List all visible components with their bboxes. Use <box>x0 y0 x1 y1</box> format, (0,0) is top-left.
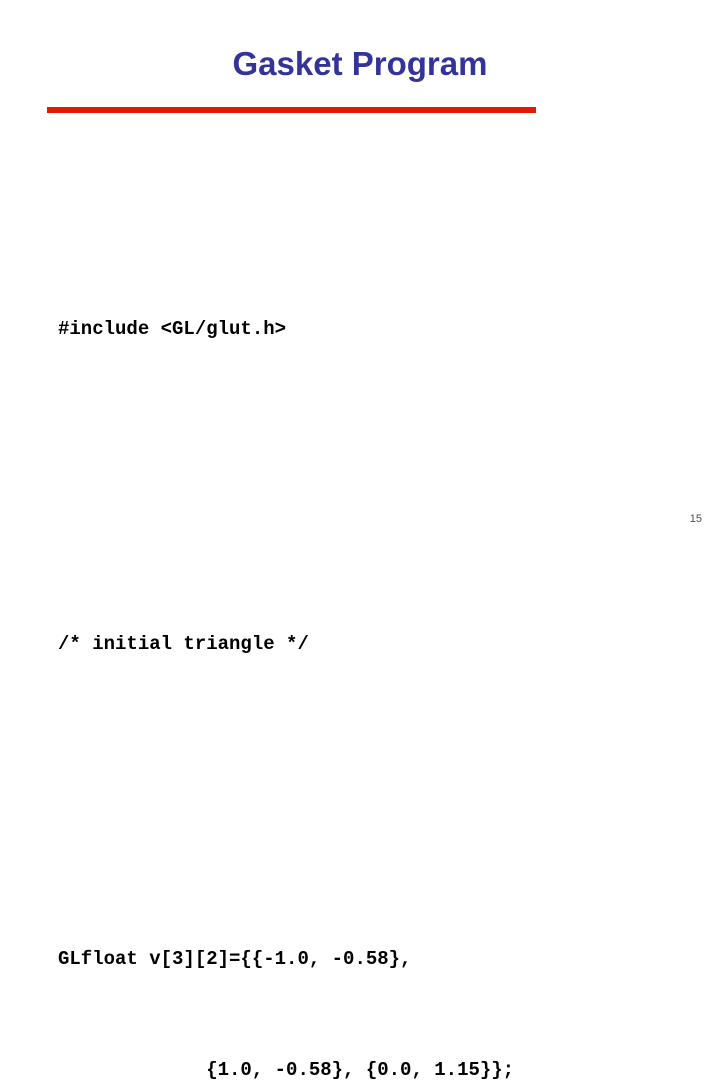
code-block: GLfloat v[3][2]={{-1.0, -0.58}, {1.0, -0… <box>58 867 698 1080</box>
code-line: GLfloat v[3][2]={{-1.0, -0.58}, <box>58 948 412 970</box>
page-title: Gasket Program <box>232 45 488 82</box>
title-divider-rule <box>47 107 536 113</box>
code-block: #include <GL/glut.h> <box>58 237 698 422</box>
slide: Gasket Program #include <GL/glut.h> /* i… <box>0 0 720 1080</box>
page-number: 15 <box>689 513 702 525</box>
code-line: {1.0, -0.58}, {0.0, 1.15}}; <box>58 1059 515 1080</box>
code-block: /* initial triangle */ <box>58 552 698 737</box>
code-body: #include <GL/glut.h> /* initial triangle… <box>58 126 698 1080</box>
code-line: #include <GL/glut.h> <box>58 318 287 340</box>
code-line: /* initial triangle */ <box>58 633 309 655</box>
